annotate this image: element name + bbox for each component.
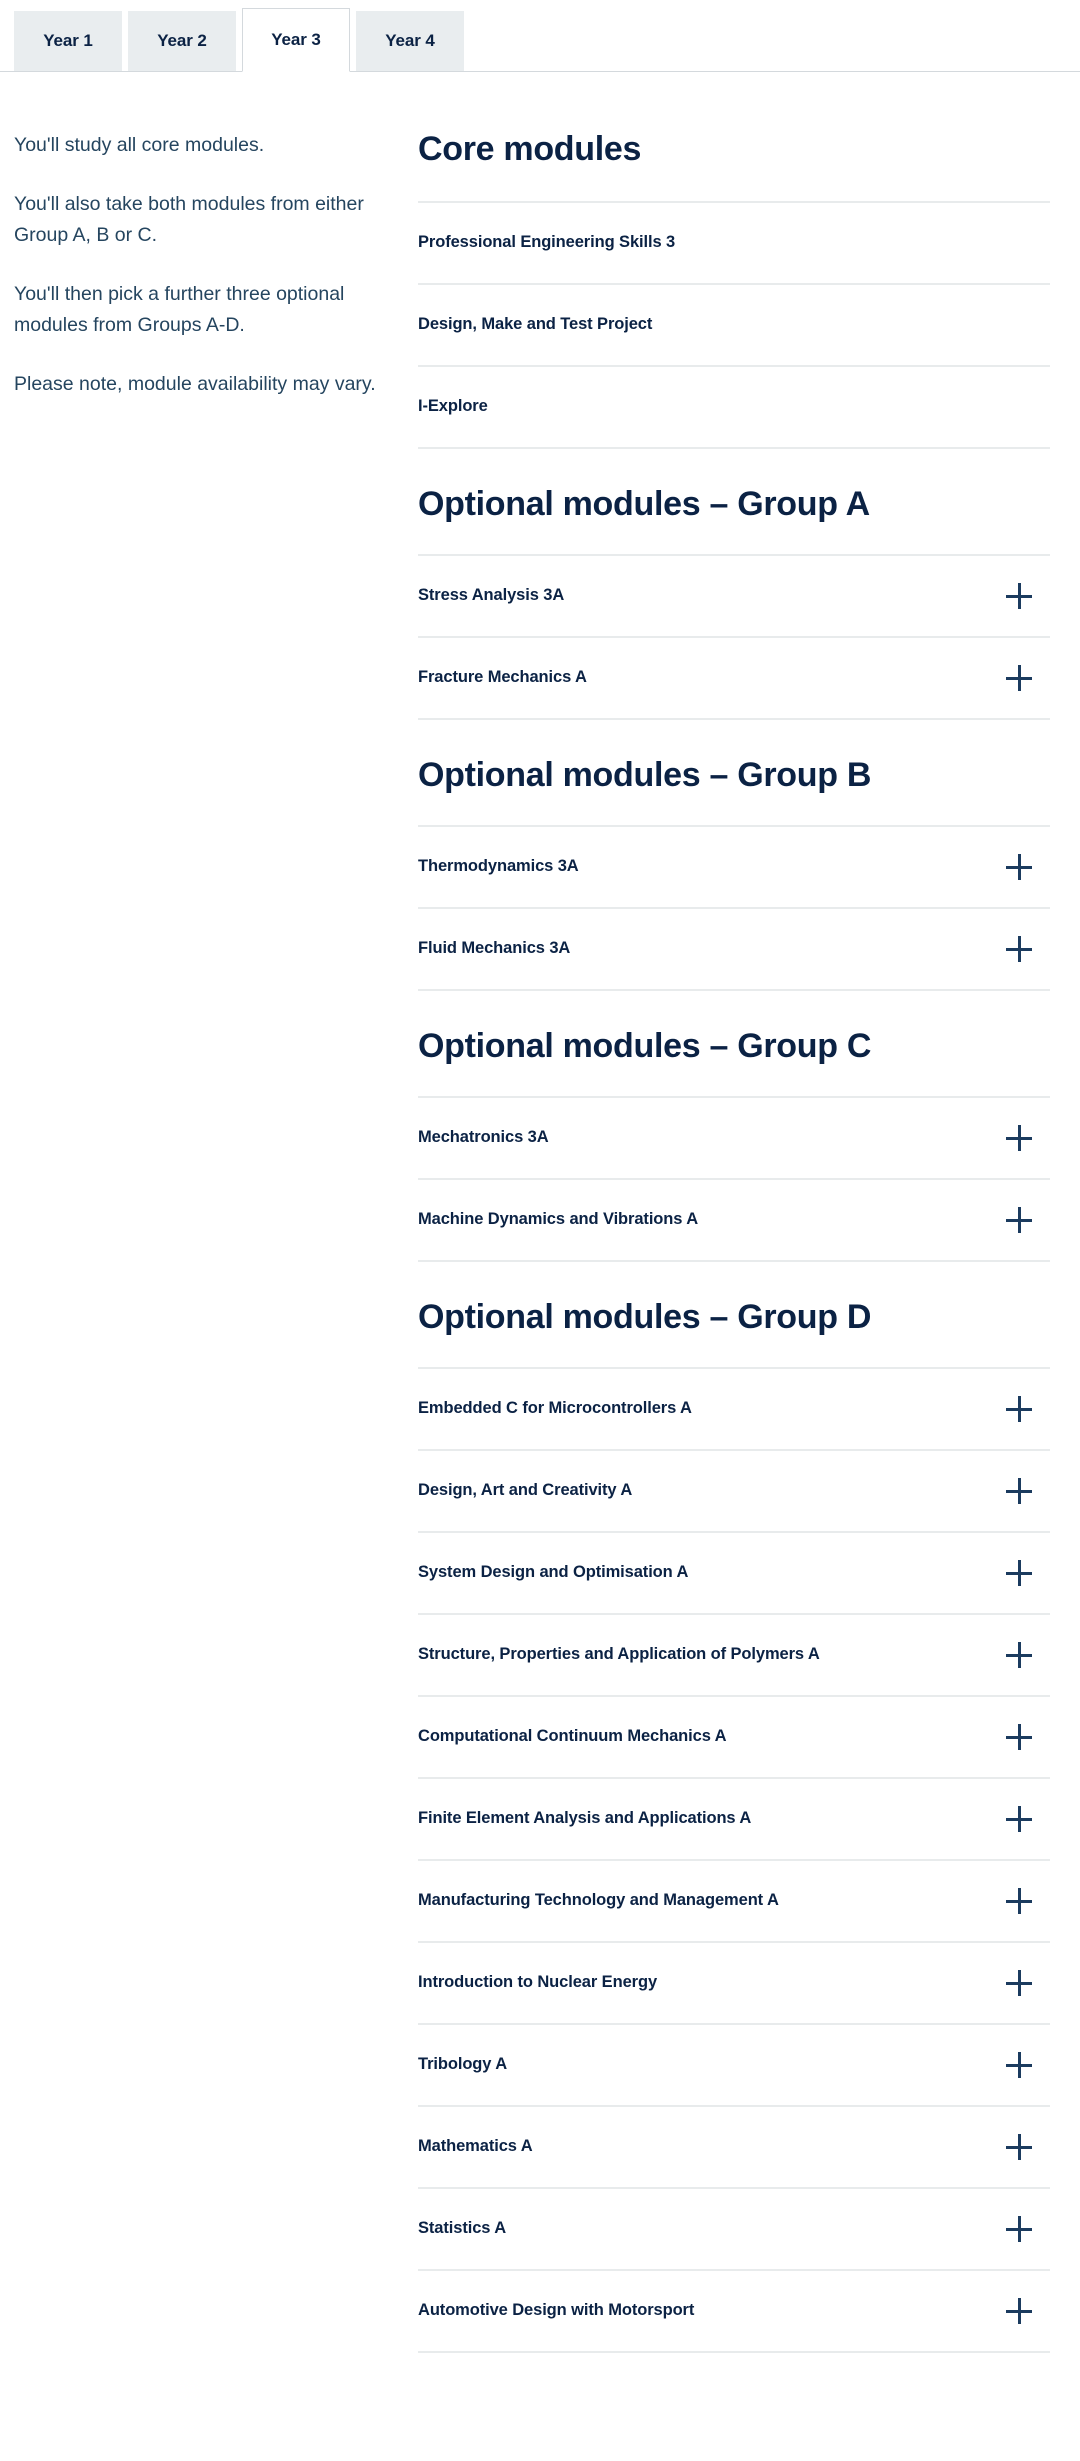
module-title: Mechatronics 3A — [418, 1128, 549, 1147]
module-list: Mechatronics 3A Machine Dynamics and Vibr… — [418, 1096, 1050, 1262]
plus-icon[interactable] — [1006, 1478, 1032, 1504]
module-accordion-row[interactable]: Tribology A — [418, 2025, 1050, 2107]
sidebar-paragraph: You'll also take both modules from eithe… — [14, 192, 364, 247]
sidebar-paragraph: You'll then pick a further three optiona… — [14, 282, 345, 337]
plus-icon[interactable] — [1006, 1396, 1032, 1422]
module-accordion-row[interactable]: Fracture Mechanics A — [418, 638, 1050, 720]
module-title: Structure, Properties and Application of… — [418, 1645, 820, 1664]
section-heading: Optional modules – Group B — [418, 756, 872, 794]
plus-icon[interactable] — [1006, 1888, 1032, 1914]
module-row: I-Explore — [418, 367, 1050, 449]
module-section: Optional modules – Group A Stress Analysi… — [418, 485, 1050, 720]
module-row: Design, Make and Test Project — [418, 285, 1050, 367]
module-accordion-row[interactable]: Thermodynamics 3A — [418, 827, 1050, 909]
module-title: Thermodynamics 3A — [418, 857, 579, 876]
module-accordion-row[interactable]: Automotive Design with Motorsport — [418, 2271, 1050, 2353]
plus-icon[interactable] — [1006, 1970, 1032, 1996]
plus-icon[interactable] — [1006, 583, 1032, 609]
module-title: I-Explore — [418, 397, 488, 416]
module-title: Tribology A — [418, 2055, 508, 2074]
module-accordion-row[interactable]: System Design and Optimisation A — [418, 1533, 1050, 1615]
plus-icon[interactable] — [1006, 2134, 1032, 2160]
plus-icon[interactable] — [1006, 854, 1032, 880]
tab-year-4[interactable]: Year 4 — [356, 11, 464, 71]
module-accordion-row[interactable]: Computational Continuum Mechanics A — [418, 1697, 1050, 1779]
module-title: Finite Element Analysis and Applications… — [418, 1809, 752, 1828]
sidebar-paragraph: Please note, module availability may var… — [14, 372, 376, 395]
module-accordion-row[interactable]: Embedded C for Microcontrollers A — [418, 1369, 1050, 1451]
module-title: Embedded C for Microcontrollers A — [418, 1399, 692, 1418]
module-title: System Design and Optimisation A — [418, 1563, 689, 1582]
section-heading: Core modules — [418, 130, 642, 168]
module-section: Optional modules – Group C Mechatronics 3… — [418, 1027, 1050, 1262]
module-title: Machine Dynamics and Vibrations A — [418, 1210, 699, 1229]
module-accordion-row[interactable]: Structure, Properties and Application of… — [418, 1615, 1050, 1697]
module-list: Embedded C for Microcontrollers A Design,… — [418, 1367, 1050, 2353]
module-row: Professional Engineering Skills 3 — [418, 203, 1050, 285]
module-title: Statistics A — [418, 2219, 507, 2238]
section-heading: Optional modules – Group D — [418, 1298, 872, 1336]
plus-icon[interactable] — [1006, 1125, 1032, 1151]
module-accordion-row[interactable]: Mathematics A — [418, 2107, 1050, 2189]
module-accordion-row[interactable]: Mechatronics 3A — [418, 1098, 1050, 1180]
module-accordion-row[interactable]: Fluid Mechanics 3A — [418, 909, 1050, 991]
module-title: Manufacturing Technology and Management … — [418, 1891, 779, 1910]
module-accordion-row[interactable]: Stress Analysis 3A — [418, 556, 1050, 638]
tab-year-1[interactable]: Year 1 — [14, 11, 122, 71]
plus-icon[interactable] — [1006, 2216, 1032, 2242]
plus-icon[interactable] — [1006, 1207, 1032, 1233]
section-heading: Optional modules – Group C — [418, 1027, 872, 1065]
module-accordion-row[interactable]: Design, Art and Creativity A — [418, 1451, 1050, 1533]
module-accordion-row[interactable]: Machine Dynamics and Vibrations A — [418, 1180, 1050, 1262]
plus-icon[interactable] — [1006, 665, 1032, 691]
year-tab-bar: Year 1 Year 2 Year 3 Year 4 — [0, 0, 1080, 72]
tab-year-2[interactable]: Year 2 — [128, 11, 236, 71]
plus-icon[interactable] — [1006, 2298, 1032, 2324]
plus-icon[interactable] — [1006, 1560, 1032, 1586]
plus-icon[interactable] — [1006, 2052, 1032, 2078]
module-list: Stress Analysis 3A Fracture Mechanics A — [418, 554, 1050, 720]
module-title: Mathematics A — [418, 2137, 533, 2156]
module-title: Fluid Mechanics 3A — [418, 939, 571, 958]
module-title: Design, Make and Test Project — [418, 315, 653, 334]
module-section: Optional modules – Group D Embedded C for… — [418, 1298, 1050, 2353]
module-title: Automotive Design with Motorsport — [418, 2301, 695, 2320]
page-body: You'll study all core modules. You'll als… — [0, 72, 1080, 2353]
module-accordion-row[interactable]: Statistics A — [418, 2189, 1050, 2271]
module-title: Introduction to Nuclear Energy — [418, 1973, 658, 1992]
sidebar-description: You'll study all core modules. You'll als… — [0, 130, 418, 2353]
plus-icon[interactable] — [1006, 936, 1032, 962]
module-section: Core modules Professional Engineering Ski… — [418, 130, 1050, 449]
sidebar-paragraph: You'll study all core modules. — [14, 134, 265, 156]
module-accordion-row[interactable]: Finite Element Analysis and Applications… — [418, 1779, 1050, 1861]
module-title: Design, Art and Creativity A — [418, 1481, 633, 1500]
modules-content: Core modules Professional Engineering Ski… — [418, 130, 1080, 2353]
module-list: Thermodynamics 3A Fluid Mechanics 3A — [418, 825, 1050, 991]
module-section: Optional modules – Group B Thermodynamics… — [418, 756, 1050, 991]
module-title: Professional Engineering Skills 3 — [418, 233, 676, 252]
plus-icon[interactable] — [1006, 1642, 1032, 1668]
module-accordion-row[interactable]: Manufacturing Technology and Management … — [418, 1861, 1050, 1943]
module-title: Stress Analysis 3A — [418, 586, 565, 605]
module-title: Fracture Mechanics A — [418, 668, 587, 687]
tab-year-3[interactable]: Year 3 — [242, 8, 350, 72]
module-accordion-row[interactable]: Introduction to Nuclear Energy — [418, 1943, 1050, 2025]
module-list: Professional Engineering Skills 3 Design,… — [418, 201, 1050, 449]
plus-icon[interactable] — [1006, 1806, 1032, 1832]
module-title: Computational Continuum Mechanics A — [418, 1727, 727, 1746]
plus-icon[interactable] — [1006, 1724, 1032, 1750]
section-heading: Optional modules – Group A — [418, 485, 870, 523]
